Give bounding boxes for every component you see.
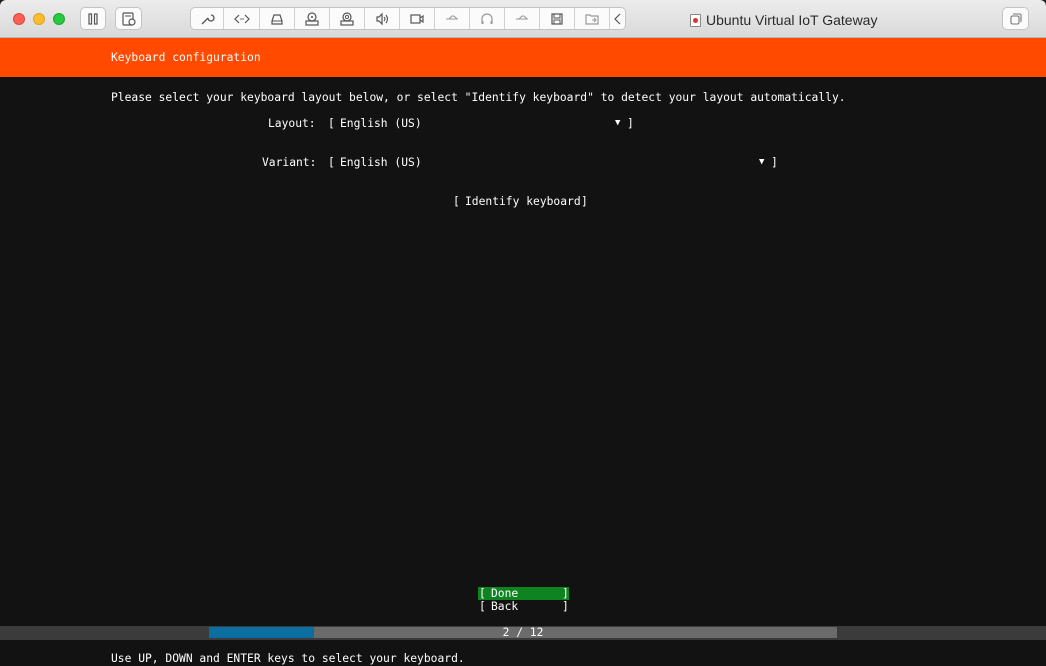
camera-drive-tool[interactable] — [330, 8, 365, 29]
identify-keyboard-button[interactable]: [ Identify keyboard ] — [453, 195, 593, 209]
fullscreen-icon — [1009, 12, 1022, 25]
audio-tool[interactable] — [470, 8, 505, 29]
settings-tool[interactable] — [191, 8, 224, 29]
layout-label: Layout: — [268, 117, 316, 130]
variant-value: English (US) — [340, 156, 422, 169]
identify-keyboard-label: Identify keyboard — [465, 195, 581, 208]
optical-drive-icon — [305, 11, 319, 26]
done-button[interactable]: [ Done ] — [478, 587, 569, 600]
vm-document-icon — [690, 13, 701, 27]
vm-window: Ubuntu Virtual IoT Gateway Keyboard conf… — [0, 0, 1046, 666]
done-label: Done — [491, 587, 519, 600]
shared-folder-icon — [585, 13, 599, 25]
hard-disk-tool[interactable] — [260, 8, 295, 29]
optical-drive-tool[interactable] — [295, 8, 330, 29]
fullscreen-button[interactable] — [1002, 7, 1029, 30]
headphones-icon — [481, 12, 493, 24]
floppy-disk-icon — [551, 12, 563, 25]
collapse-chevron-icon — [614, 13, 621, 24]
collapse-toolbar-tool[interactable] — [610, 8, 626, 29]
sound-icon — [376, 12, 389, 25]
video-camera-icon — [410, 13, 424, 24]
dropdown-arrow-icon: ▼ — [759, 157, 765, 167]
intro-text: Please select your keyboard layout below… — [111, 91, 846, 104]
snapshot-button[interactable] — [115, 7, 142, 30]
footer-hint: Use UP, DOWN and ENTER keys to select yo… — [111, 652, 465, 665]
usb-icon — [446, 14, 458, 20]
hard-disk-icon — [271, 13, 283, 25]
shared-folder-tool[interactable] — [575, 8, 610, 29]
installer-header-title: Keyboard configuration — [111, 51, 261, 64]
window-title-text: Ubuntu Virtual IoT Gateway — [706, 12, 878, 28]
wrench-icon — [201, 13, 215, 24]
usb-tool-2[interactable] — [505, 8, 540, 29]
window-title: Ubuntu Virtual IoT Gateway — [690, 10, 877, 30]
camera-tool[interactable] — [400, 8, 435, 29]
dropdown-arrow-icon: ▼ — [615, 118, 621, 128]
layout-value: English (US) — [340, 117, 422, 130]
camera-drive-icon — [340, 11, 354, 26]
back-button[interactable]: [ Back ] — [478, 600, 569, 613]
pause-button[interactable] — [80, 7, 106, 30]
title-bar: Ubuntu Virtual IoT Gateway — [0, 0, 1046, 38]
snapshot-icon — [121, 11, 136, 26]
variant-label: Variant: — [262, 156, 317, 169]
progress-text: 2 / 12 — [502, 626, 544, 639]
sound-tool[interactable] — [365, 8, 400, 29]
pause-icon — [88, 12, 98, 25]
code-icon — [233, 14, 250, 23]
usb-icon — [516, 14, 528, 20]
minimize-window-button[interactable] — [33, 13, 45, 25]
layout-select[interactable]: [ English (US) ▼ ] — [328, 117, 636, 131]
usb-tool[interactable] — [435, 8, 470, 29]
zoom-window-button[interactable] — [53, 13, 65, 25]
back-label: Back — [491, 600, 519, 613]
variant-select[interactable]: [ English (US) ▼ ] — [328, 156, 780, 170]
floppy-tool[interactable] — [540, 8, 575, 29]
network-tool[interactable] — [224, 8, 260, 29]
close-window-button[interactable] — [13, 13, 25, 25]
installer-header: Keyboard configuration — [0, 38, 1046, 77]
device-toolbar — [190, 7, 626, 30]
